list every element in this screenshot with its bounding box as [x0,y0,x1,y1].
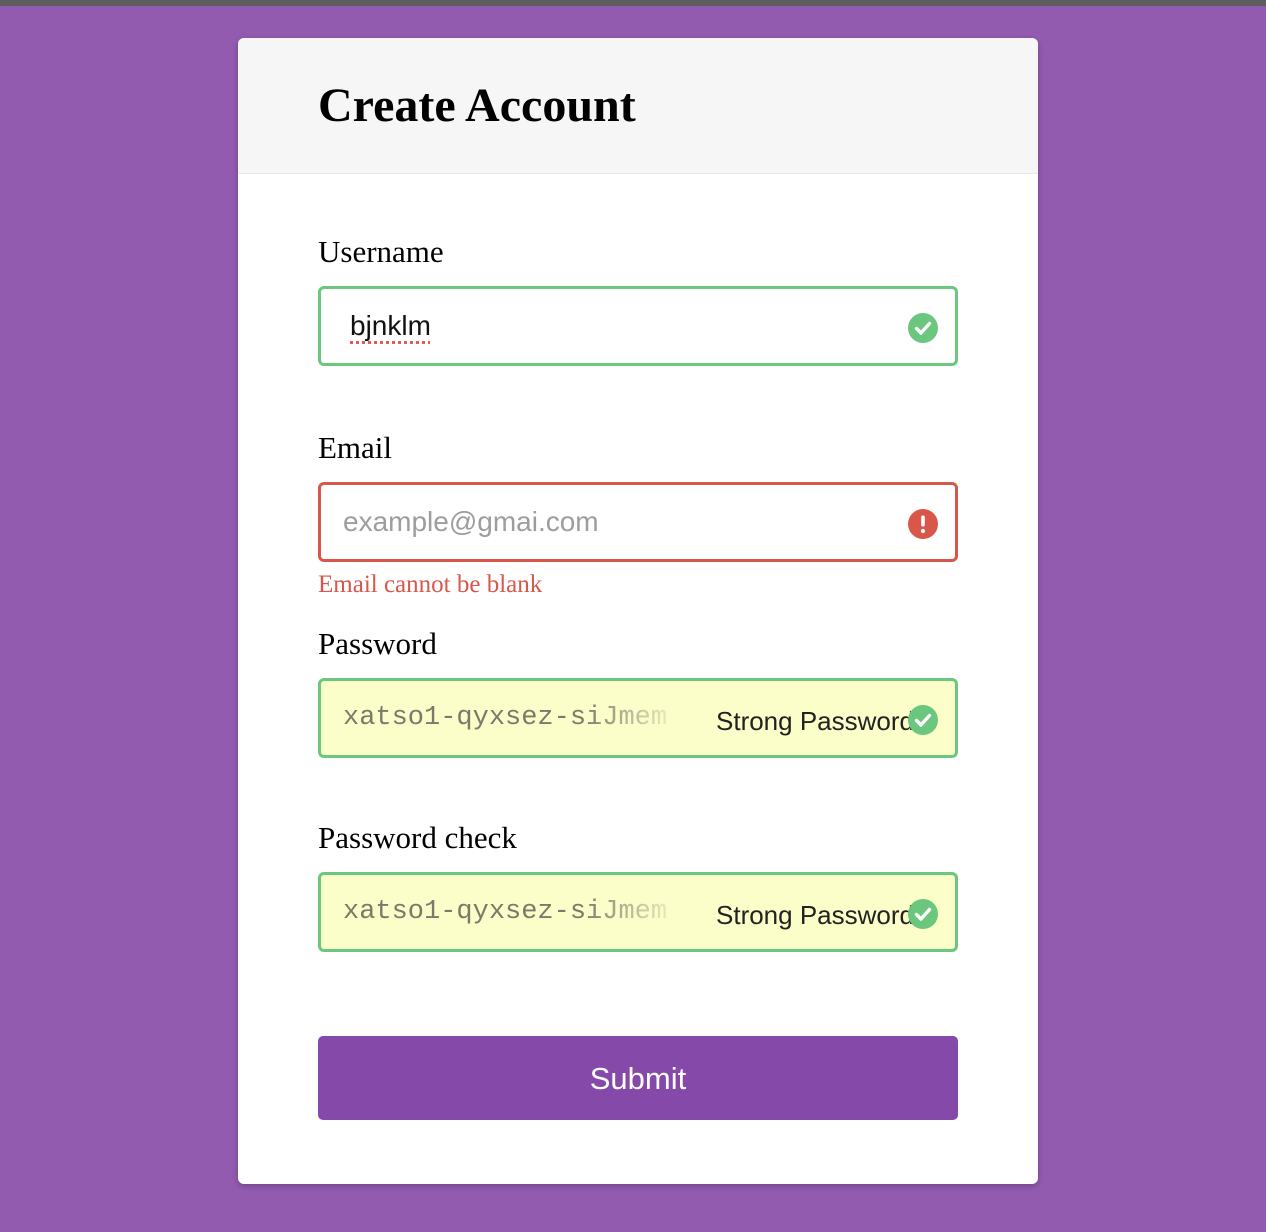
submit-button[interactable]: Submit [318,1036,958,1120]
password-value: xatso1-qyxsez-siJmem [343,703,668,733]
card-header: Create Account [238,38,1038,174]
window-top-border [0,0,1266,6]
strong-password-hint: Strong Password [716,706,912,736]
password-check-field: Password check xatso1-qyxsez-siJmem Stro… [318,820,958,952]
username-input[interactable]: bjnklm [318,286,958,366]
password-field: Password xatso1-qyxsez-siJmem Strong Pas… [318,626,958,758]
check-circle-icon [908,313,938,343]
password-check-input[interactable]: xatso1-qyxsez-siJmem Strong Password [318,872,958,952]
create-account-card: Create Account Username bjnklm Email exa… [238,38,1038,1184]
page-title: Create Account [318,79,636,132]
email-input[interactable]: example@gmai.com [318,482,958,562]
username-field: Username bjnklm [318,234,958,366]
exclamation-circle-icon [908,509,938,539]
username-label: Username [318,234,444,269]
password-check-value: xatso1-qyxsez-siJmem [343,897,668,927]
strong-password-hint: Strong Password [716,900,912,930]
password-input[interactable]: xatso1-qyxsez-siJmem Strong Password [318,678,958,758]
password-check-label: Password check [318,820,517,855]
email-field: Email example@gmai.com Email cannot be b… [318,430,958,598]
email-error-message: Email cannot be blank [318,571,543,598]
email-label: Email [318,430,393,465]
check-circle-icon [908,705,938,735]
username-value: bjnklm [350,310,431,341]
check-circle-icon [908,899,938,929]
email-placeholder: example@gmai.com [343,506,599,537]
password-label: Password [318,626,437,661]
